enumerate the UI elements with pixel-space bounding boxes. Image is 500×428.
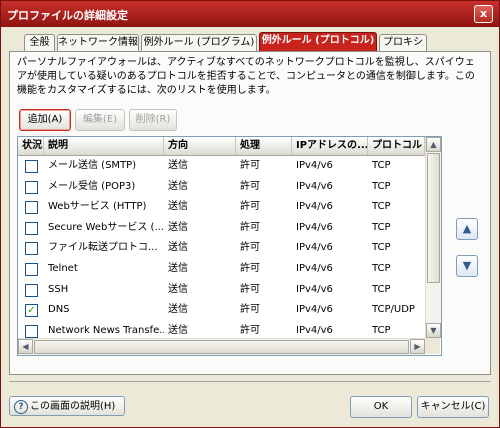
window-title: プロファイルの詳細設定 — [7, 9, 128, 22]
cell-direction: 送信 — [168, 304, 188, 316]
table-row[interactable]: SSH 送信 許可 IPv4/v6 TCP — [18, 280, 425, 301]
table-row[interactable]: メール受信 (POP3) 送信 許可 IPv4/v6 TCP — [18, 177, 425, 198]
cell-description: DNS — [48, 304, 70, 316]
checkbox-unchecked[interactable] — [25, 242, 38, 256]
cell-protocol: TCP — [372, 242, 391, 254]
vertical-scrollbar[interactable]: ▲ ▼ — [425, 137, 441, 338]
footer-divider — [9, 381, 491, 382]
cell-protocol: TCP — [372, 283, 391, 295]
tab-network-info[interactable]: ネットワーク情報 — [57, 34, 139, 51]
cell-direction: 送信 — [168, 160, 188, 171]
table-row[interactable]: Secure Webサービス (... 送信 許可 IPv4/v6 TCP — [18, 218, 425, 239]
cell-description: Secure Webサービス (... — [48, 221, 164, 233]
cell-ip: IPv4/v6 — [296, 201, 333, 213]
tab-proxy[interactable]: プロキシ — [379, 34, 427, 51]
vertical-scroll-thumb[interactable] — [427, 153, 440, 283]
cell-direction: 送信 — [168, 201, 188, 213]
scroll-left-icon[interactable]: ◀ — [18, 339, 33, 354]
cell-protocol: TCP — [372, 221, 391, 233]
table-row[interactable]: Telnet 送信 許可 IPv4/v6 TCP — [18, 259, 425, 280]
cell-action: 許可 — [240, 180, 260, 192]
help-button-label: この画面の説明(H) — [30, 401, 116, 412]
table-row[interactable]: メール送信 (SMTP) 送信 許可 IPv4/v6 TCP — [18, 156, 425, 177]
close-button[interactable]: x — [474, 5, 493, 23]
horizontal-scroll-thumb[interactable] — [34, 340, 409, 354]
cell-ip: IPv4/v6 — [296, 242, 333, 254]
cell-direction: 送信 — [168, 262, 188, 274]
cell-action: 許可 — [240, 242, 260, 254]
checkbox-unchecked[interactable] — [25, 324, 38, 338]
table-row[interactable]: ファイル転送プロトコ... 送信 許可 IPv4/v6 TCP — [18, 238, 425, 259]
cell-description: メール受信 (POP3) — [48, 180, 136, 192]
cell-ip: IPv4/v6 — [296, 304, 333, 316]
cell-ip: IPv4/v6 — [296, 221, 333, 233]
tab-protocol-rules[interactable]: 例外ルール (プロトコル) — [259, 32, 377, 52]
cell-action: 許可 — [240, 262, 260, 274]
move-down-button[interactable]: ▼ — [456, 255, 478, 277]
column-header-action[interactable]: 処理 — [236, 137, 292, 155]
column-header-status[interactable]: 状況 — [18, 137, 44, 155]
edit-button[interactable]: 編集(E) — [75, 109, 125, 131]
table-row[interactable]: Webサービス (HTTP) 送信 許可 IPv4/v6 TCP — [18, 197, 425, 218]
ok-button[interactable]: OK — [350, 396, 412, 418]
cell-direction: 送信 — [168, 283, 188, 295]
cell-description: ファイル転送プロトコ... — [48, 242, 158, 254]
cell-action: 許可 — [240, 221, 260, 233]
cell-description: SSH — [48, 283, 69, 295]
horizontal-scrollbar[interactable]: ◀ ▶ — [18, 338, 425, 355]
cancel-button[interactable]: キャンセル(C) — [417, 396, 489, 418]
cell-direction: 送信 — [168, 242, 188, 254]
help-button[interactable]: ? この画面の説明(H) — [9, 396, 125, 416]
cell-direction: 送信 — [168, 180, 188, 192]
cell-description: メール送信 (SMTP) — [48, 160, 137, 171]
cell-ip: IPv4/v6 — [296, 283, 333, 295]
scroll-right-icon[interactable]: ▶ — [410, 339, 425, 354]
title-bar[interactable]: プロファイルの詳細設定 x — [1, 1, 499, 27]
cell-action: 許可 — [240, 304, 260, 316]
checkbox-unchecked[interactable] — [25, 262, 38, 276]
tab-general[interactable]: 全般 — [24, 34, 55, 51]
column-header-ip[interactable]: IPアドレスの... — [292, 137, 368, 155]
column-header-direction[interactable]: 方向 — [164, 137, 236, 155]
column-header-protocol[interactable]: プロトコル — [368, 137, 425, 155]
cell-protocol: TCP — [372, 201, 391, 213]
cell-protocol: TCP — [372, 180, 391, 192]
chevron-up-icon: ▲ — [462, 222, 472, 235]
checkbox-unchecked[interactable] — [25, 201, 38, 215]
cell-ip: IPv4/v6 — [296, 180, 333, 192]
settings-dialog: プロファイルの詳細設定 x 全般 ネットワーク情報 例外ルール (プログラム) … — [0, 0, 500, 428]
scroll-down-icon[interactable]: ▼ — [426, 323, 441, 338]
delete-button[interactable]: 削除(R) — [129, 109, 177, 131]
tab-program-rules[interactable]: 例外ルール (プログラム) — [141, 34, 257, 51]
cell-direction: 送信 — [168, 221, 188, 233]
column-header-description[interactable]: 説明 — [44, 137, 164, 155]
add-button[interactable]: 追加(A) — [19, 109, 71, 131]
checkbox-unchecked[interactable] — [25, 283, 38, 297]
protocol-rules-table: 状況 説明 方向 処理 IPアドレスの... プロトコル メール送信 (SMTP… — [17, 136, 442, 356]
scroll-up-icon[interactable]: ▲ — [426, 137, 441, 152]
move-up-button[interactable]: ▲ — [456, 218, 478, 240]
table-header: 状況 説明 方向 処理 IPアドレスの... プロトコル — [18, 137, 425, 156]
cell-action: 許可 — [240, 201, 260, 213]
checkbox-unchecked[interactable] — [25, 180, 38, 194]
scroll-corner — [425, 338, 440, 354]
description-text: パーソナルファイアウォールは、アクティブなすべてのネットワークプロトコルを監視し… — [17, 57, 475, 96]
checkbox-unchecked[interactable] — [25, 160, 38, 173]
cell-description: Telnet — [48, 262, 78, 274]
chevron-down-icon: ▼ — [462, 259, 472, 272]
cell-action: 許可 — [240, 160, 260, 171]
cell-protocol: TCP — [372, 160, 391, 171]
table-row[interactable]: ✓ DNS 送信 許可 IPv4/v6 TCP/UDP — [18, 300, 425, 321]
table-body: メール送信 (SMTP) 送信 許可 IPv4/v6 TCP メール受信 (POP3) 送信… — [18, 156, 425, 355]
checkbox-checked[interactable]: ✓ — [25, 304, 38, 318]
cell-description: Webサービス (HTTP) — [48, 201, 147, 213]
help-icon: ? — [14, 400, 28, 414]
cell-ip: IPv4/v6 — [296, 160, 333, 171]
checkbox-unchecked[interactable] — [25, 221, 38, 235]
cell-ip: IPv4/v6 — [296, 262, 333, 274]
cell-protocol: TCP/UDP — [372, 304, 415, 316]
cell-action: 許可 — [240, 283, 260, 295]
cell-protocol: TCP — [372, 262, 391, 274]
